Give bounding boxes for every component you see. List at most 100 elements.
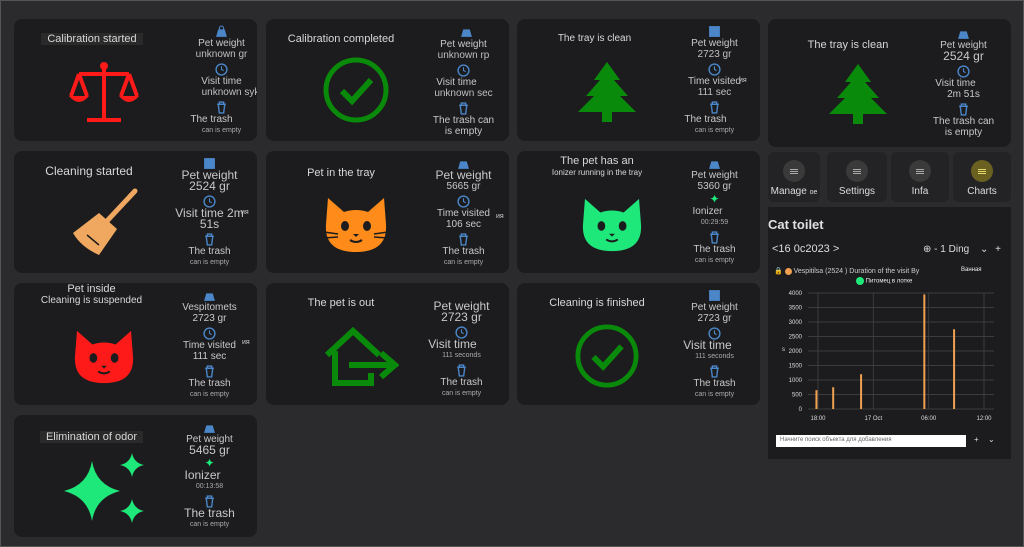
chart-caption: 🔒 Vespitilsa (2524 ) Duration of the vis… — [774, 267, 920, 275]
card-calibration-completed[interactable]: Calibration completed Pet weight unknown… — [266, 19, 509, 141]
card-info: Pet weight unknown gr Visit time unknown… — [174, 25, 257, 136]
card-info: Pet weight 2723 gr Visit time 111 second… — [667, 289, 760, 400]
scales-icon — [64, 55, 144, 131]
clock-icon — [203, 327, 216, 340]
y-axis-label: s — [782, 347, 785, 353]
lock-icon: 🔒 — [774, 268, 783, 275]
legend-dot — [856, 277, 864, 285]
suffix-text: ия — [241, 209, 249, 216]
summary-title: The tray is clean — [807, 39, 889, 51]
check-circle-icon — [321, 55, 391, 125]
chart-bar — [860, 374, 863, 409]
chart-caption-right: Ванная — [961, 267, 982, 273]
broom-icon — [64, 183, 144, 263]
bar-chart: 0 500 1000 1500 2000 2500 3000 3500 4000 18:00 17 … — [782, 291, 994, 422]
trash-icon — [459, 102, 468, 115]
x-tick-label: 06:00 — [921, 416, 937, 422]
weight-icon — [204, 293, 215, 301]
clock-icon — [457, 195, 470, 208]
zoom-control[interactable]: ⊕ - 1 Ding ⌄ + — [923, 244, 1001, 255]
weight-icon — [709, 26, 720, 37]
card-info: Pet weight 2723 gr Visit time 111 second… — [428, 299, 490, 397]
card-title: Pet inside Cleaning is suspended — [40, 283, 143, 306]
y-tick-label: 3500 — [789, 306, 803, 312]
card-cleaning-finished[interactable]: Cleaning is finished Pet weight 2723 gr … — [517, 283, 760, 405]
x-tick-label: 18:00 — [810, 416, 826, 422]
tree-icon — [572, 57, 642, 127]
trash-icon — [205, 233, 214, 246]
trash-icon — [710, 101, 719, 114]
weight-icon — [216, 25, 227, 37]
entity-search-input[interactable]: Начните поиск объекта для добавления — [776, 435, 966, 447]
chevron-down-icon[interactable]: ⌄ — [980, 244, 988, 255]
cat-icon — [64, 323, 144, 391]
card-pet-in-tray[interactable]: Pet in the tray Pet weight 5665 gr Time … — [266, 151, 509, 273]
x-tick-label: 12:00 — [976, 416, 992, 422]
weight-icon — [709, 290, 720, 301]
card-info: Pet weight 5465 gr ✦ Ionizer 00:13:58 Th… — [162, 421, 257, 530]
weight-icon — [461, 29, 472, 37]
y-tick-label: 500 — [792, 393, 803, 399]
summary-card[interactable]: The tray is clean Pet weight 2524 gr Vis… — [768, 19, 1011, 147]
y-tick-label: 2500 — [789, 335, 803, 341]
card-ionizer-running[interactable]: The pet has an Ionizer running in the tr… — [517, 151, 760, 273]
card-pet-out[interactable]: The pet is out Pet weight 2723 gr Visit … — [266, 283, 509, 405]
sparkles-icon — [54, 449, 154, 529]
add-icon[interactable]: + — [995, 244, 1001, 255]
chart-bar — [832, 387, 835, 409]
nav-charts-button[interactable]: Charts — [953, 152, 1011, 202]
card-title: Pet in the tray — [307, 167, 375, 179]
trash-icon — [459, 233, 468, 246]
trash-icon — [710, 231, 719, 244]
weight-icon — [204, 425, 215, 433]
y-tick-label: 1000 — [789, 378, 803, 384]
suffix-text: ия — [739, 77, 747, 84]
card-info: Pet weight unknown rp Visit time unknown… — [416, 29, 509, 137]
card-title: Elimination of odor — [24, 431, 159, 443]
card-title: Cleaning is finished — [549, 297, 645, 309]
date-range-nav[interactable]: <16 0c2023 > — [772, 243, 839, 255]
card-tray-clean[interactable]: The tray is clean Pet weight 2723 gr Tim… — [517, 19, 760, 141]
cat-icon — [316, 191, 396, 259]
add-entity-button[interactable]: + — [974, 435, 979, 444]
card-title: Calibration completed — [287, 33, 395, 45]
summary-info: Pet weight 2524 gr Visit time 2m 51s The… — [916, 27, 1011, 138]
chart-panel: Cat toilet <16 0c2023 > ⊕ - 1 Ding ⌄ + 🔒… — [768, 207, 1011, 459]
chart-bar — [815, 390, 818, 409]
chevron-down-icon[interactable]: ⌄ — [988, 435, 995, 444]
card-title: The pet is out — [307, 297, 375, 309]
chart-panel-title: Cat toilet — [768, 217, 824, 232]
card-cleaning-suspended[interactable]: Pet inside Cleaning is suspended Vespito… — [14, 283, 257, 405]
card-info: Pet weight 5360 gr ✦ Ionizer 00:29:59 Th… — [667, 157, 760, 266]
nav-manage-button[interactable]: Manage ое — [768, 152, 820, 202]
menu-icon — [783, 160, 805, 182]
nav-settings-button[interactable]: Settings — [827, 152, 887, 202]
y-tick-label: 4000 — [789, 291, 803, 297]
card-title: Cleaning started — [45, 164, 133, 178]
check-circle-icon — [572, 321, 642, 391]
menu-icon — [971, 160, 993, 182]
weight-icon — [958, 31, 969, 39]
suffix-text: ия — [496, 213, 504, 220]
house-exit-icon — [321, 321, 401, 391]
zoom-icon: ⊕ — [923, 244, 932, 255]
clock-icon — [957, 65, 970, 78]
trash-icon — [205, 365, 214, 378]
x-tick-label: 17 Oct — [864, 416, 882, 422]
y-tick-label: 2000 — [789, 349, 803, 355]
y-tick-label: 1500 — [789, 364, 803, 370]
chart-legend[interactable]: Питомец в лотке — [856, 277, 912, 285]
card-title: The tray is clean — [557, 33, 632, 44]
card-cleaning-started[interactable]: Cleaning started Pet weight 2524 gr Visi… — [14, 151, 257, 273]
trash-icon — [457, 364, 466, 377]
sparkle-icon: ✦ — [709, 192, 720, 206]
chart-bar — [923, 294, 926, 409]
clock-icon — [708, 63, 721, 76]
card-title: Calibration started — [28, 33, 156, 45]
card-calibration-started[interactable]: Calibration started Pet weight unknown g… — [14, 19, 257, 141]
trash-icon — [217, 101, 226, 114]
weight-icon — [709, 161, 720, 169]
trash-icon — [959, 103, 968, 116]
card-odor-elimination[interactable]: Elimination of odor Pet weight 5465 gr ✦… — [14, 415, 257, 537]
nav-info-button[interactable]: Infa — [891, 152, 949, 202]
